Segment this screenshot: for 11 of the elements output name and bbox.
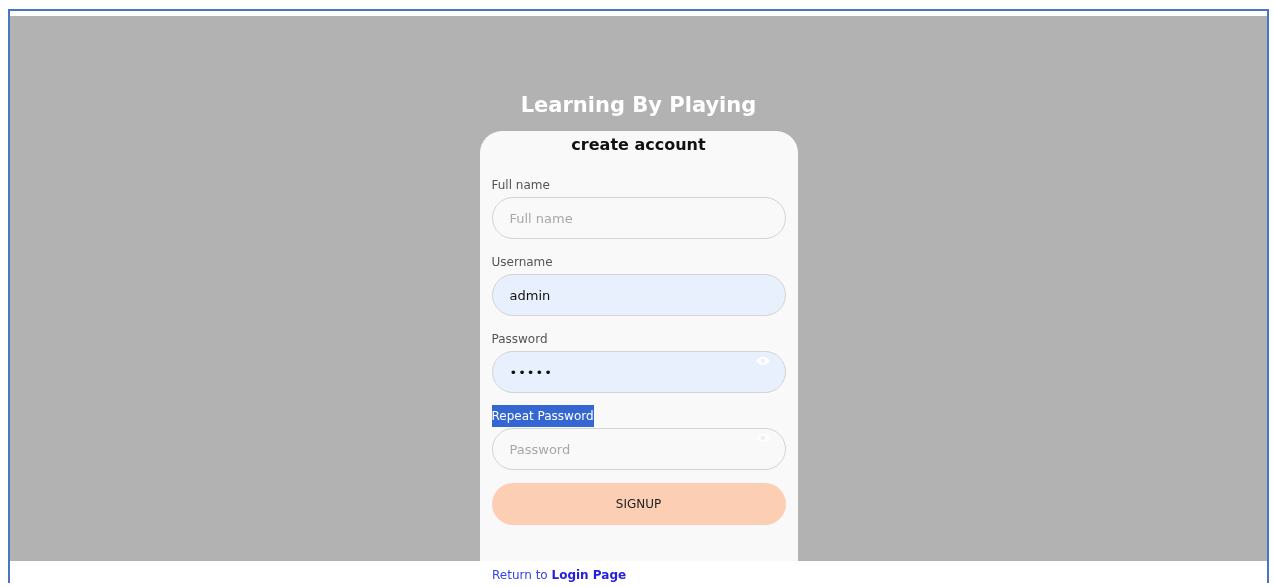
field-label: Password [491,331,548,348]
signup-button[interactable]: SIGNUP [491,483,786,525]
return-text: Return to Login Page [492,567,627,583]
card-heading: create account [571,135,706,154]
field-label: Repeat Password [491,405,594,427]
app-title: Learning By Playing [520,92,757,119]
input-field[interactable]: ••••• [491,351,786,393]
input-field[interactable]: admin [491,274,786,316]
field-label: Username [491,254,553,271]
login-page-link[interactable]: Login Page [551,568,627,582]
field-label: Full name [491,177,550,194]
